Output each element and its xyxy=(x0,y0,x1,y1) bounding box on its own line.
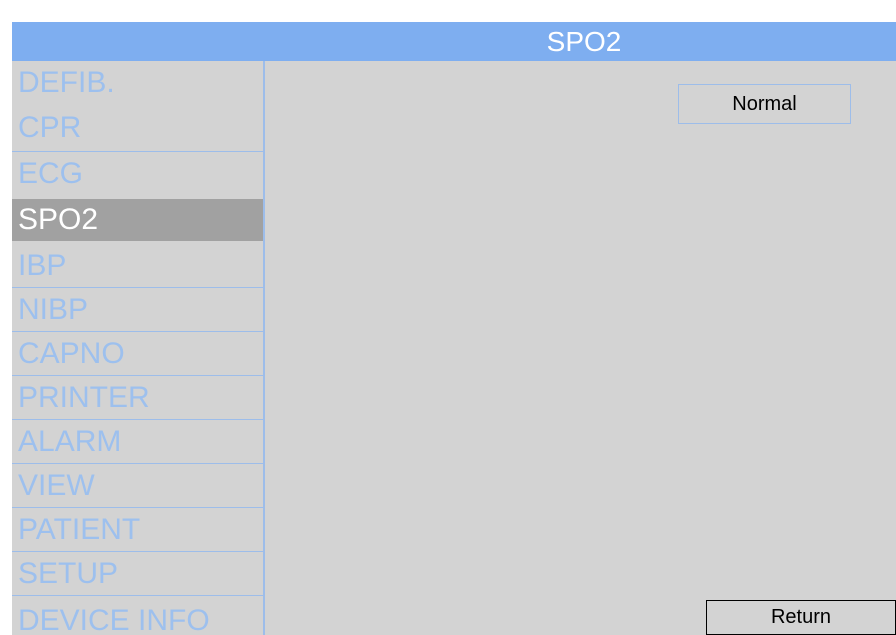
sidebar-item-ibp[interactable]: IBP xyxy=(12,244,263,288)
screen-title: SPO2 xyxy=(12,22,896,62)
sidebar-item-nibp[interactable]: NIBP xyxy=(12,288,263,332)
sidebar-item-printer[interactable]: PRINTER xyxy=(12,376,263,420)
sidebar-item-cpr[interactable]: CPR xyxy=(12,104,263,152)
sidebar-item-alarm[interactable]: ALARM xyxy=(12,420,263,464)
return-button[interactable]: Return xyxy=(706,600,896,635)
sidebar-item-defib[interactable]: DEFIB. xyxy=(12,61,263,105)
sidebar-item-patient[interactable]: PATIENT xyxy=(12,508,263,552)
sidebar-item-ecg[interactable]: ECG xyxy=(12,152,263,196)
spo2-mode-field[interactable]: Normal xyxy=(678,84,851,124)
sidebar-item-setup[interactable]: SETUP xyxy=(12,552,263,596)
sidebar-item-view[interactable]: VIEW xyxy=(12,464,263,508)
sidebar-item-capno[interactable]: CAPNO xyxy=(12,332,263,376)
sidebar-item-spo2[interactable]: SPO2 xyxy=(12,199,263,241)
sidebar-item-device-info[interactable]: DEVICE INFO xyxy=(12,596,263,635)
